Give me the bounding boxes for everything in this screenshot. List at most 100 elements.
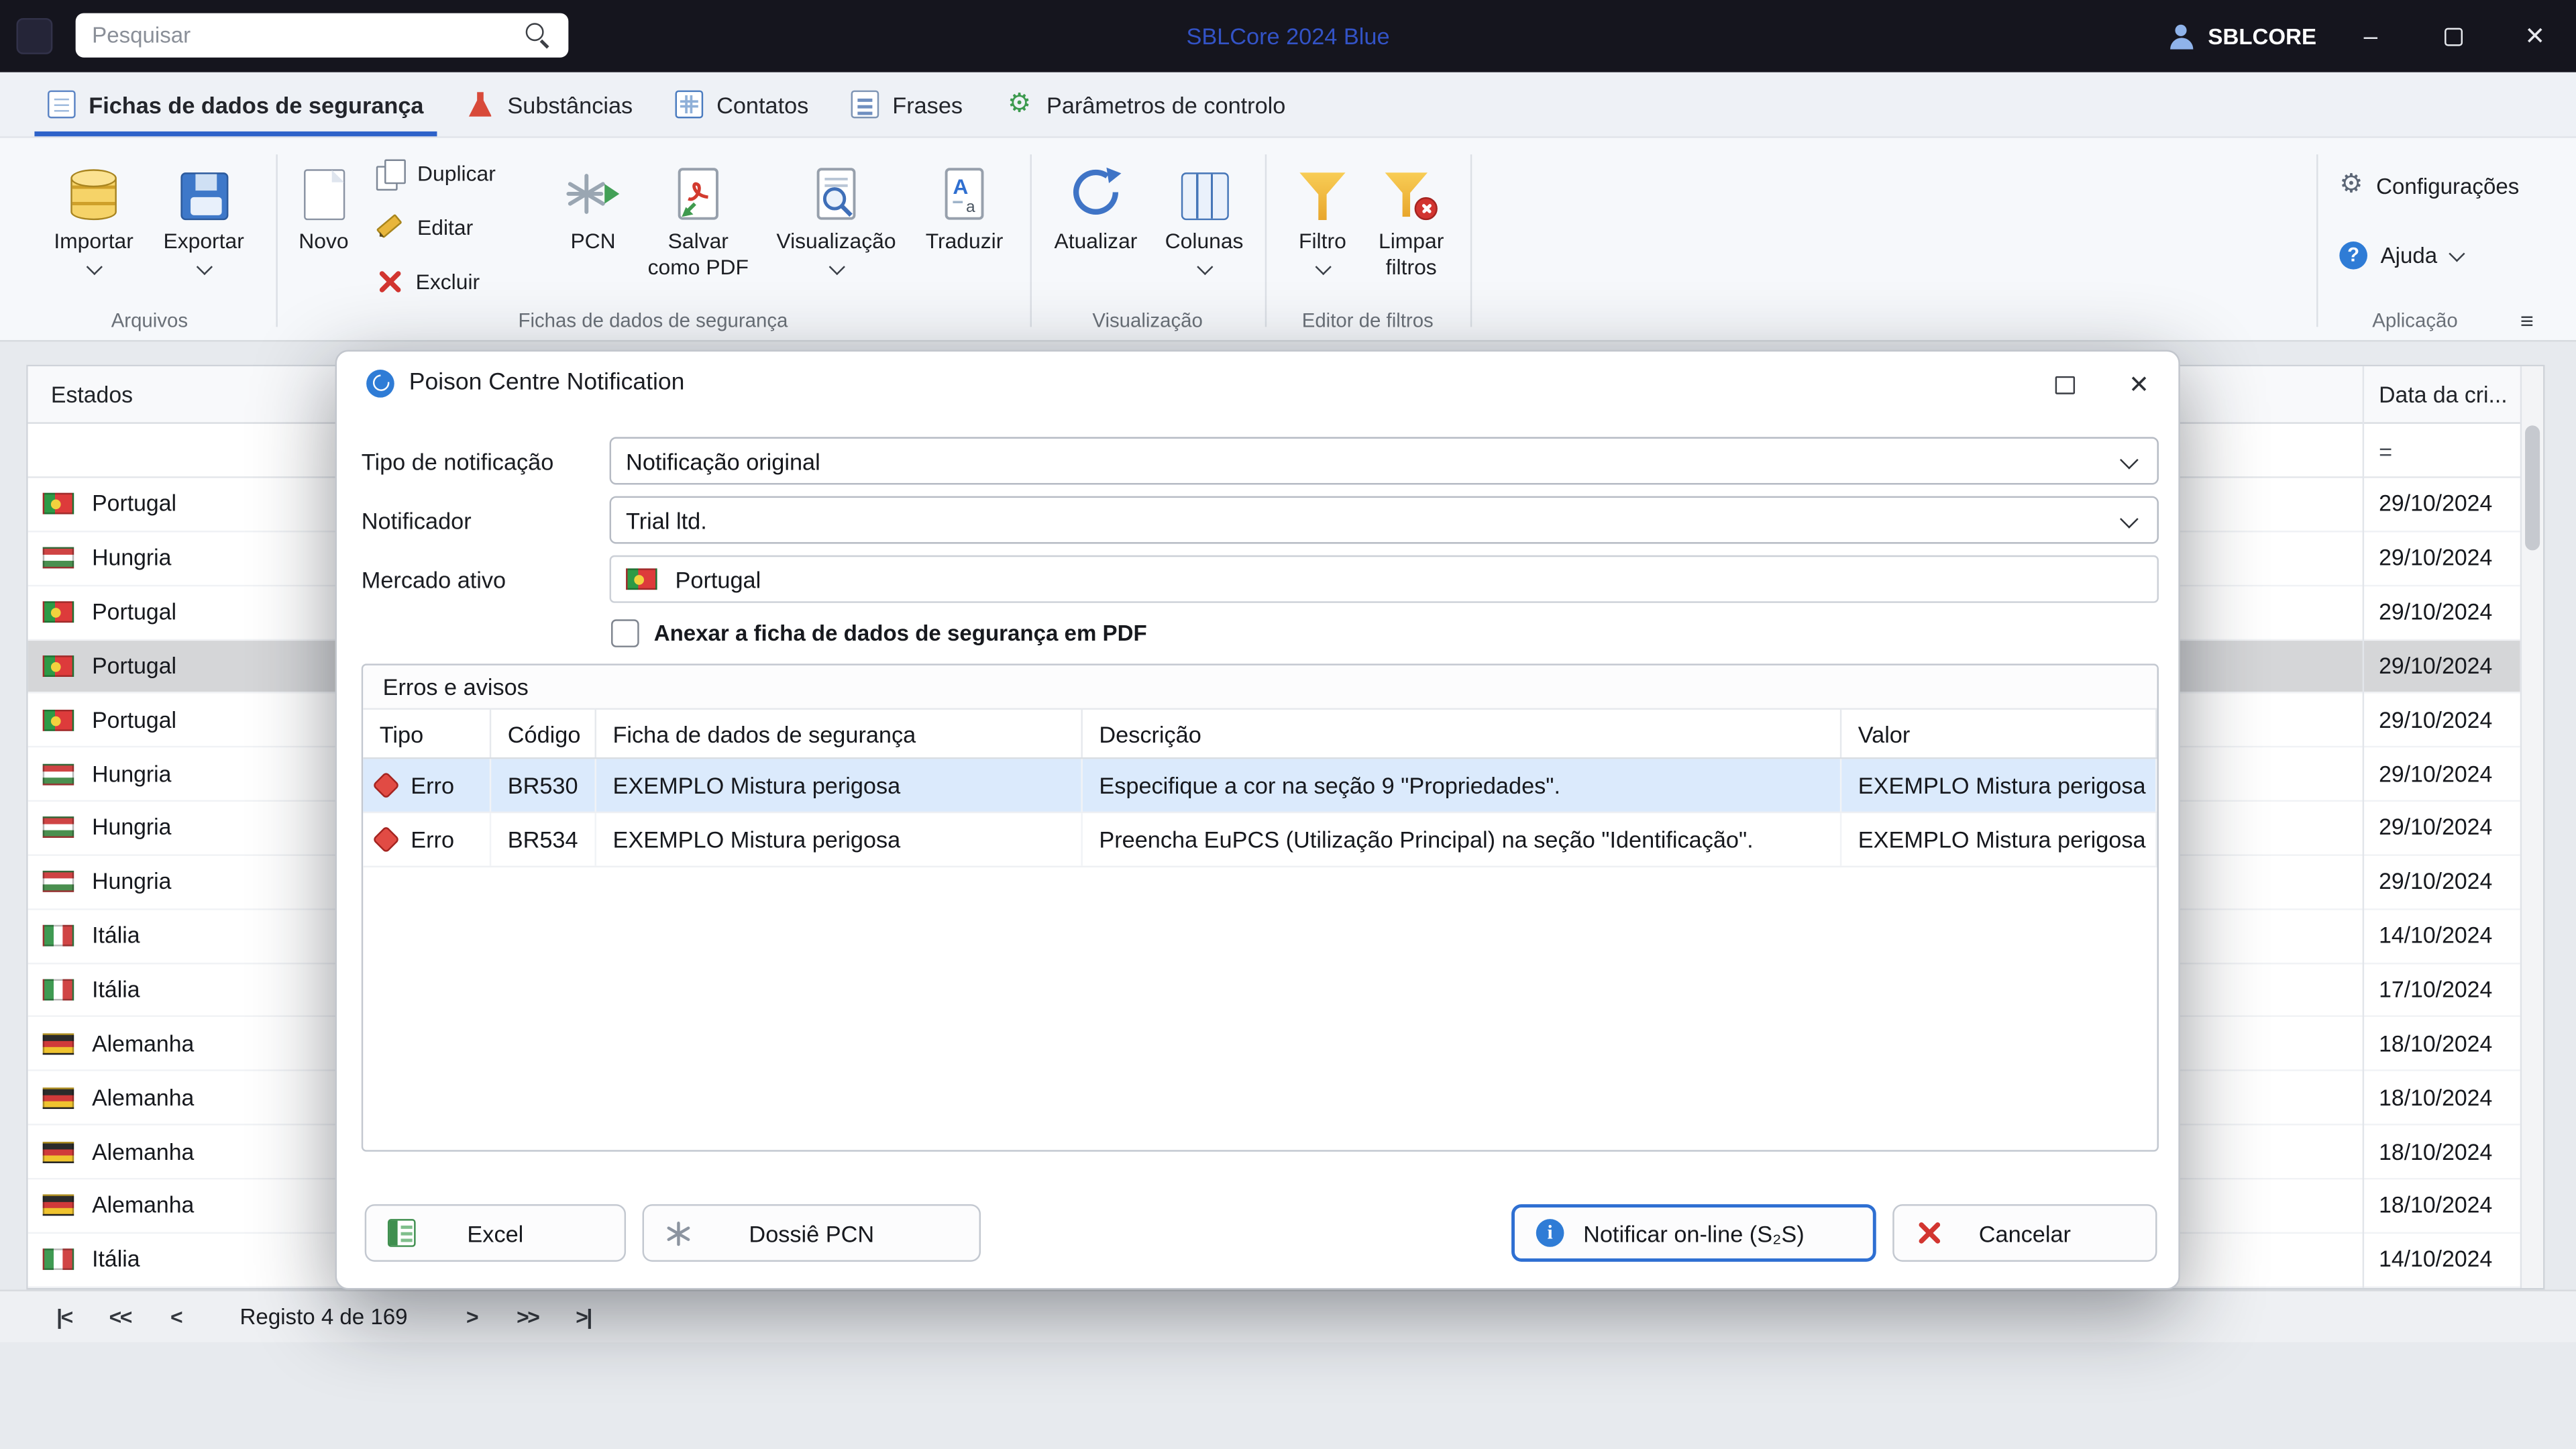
creation-date-cell: 18/10/2024	[2363, 1139, 2493, 1164]
exportar-button[interactable]: Exportar	[153, 145, 255, 309]
preview-icon	[812, 145, 861, 221]
country-label: Portugal	[92, 654, 176, 679]
fast-next-button[interactable]: >>	[513, 1304, 542, 1329]
country-label: Itália	[92, 1247, 140, 1272]
column-header-ficha[interactable]: Ficha de dados de segurança	[596, 710, 1083, 757]
search-icon[interactable]	[526, 23, 551, 48]
database-import-icon	[70, 171, 117, 220]
mercado-ativo-label: Mercado ativo	[362, 555, 506, 603]
group-label-visualizacao: Visualização	[1033, 309, 1261, 331]
country-label: Alemanha	[92, 1032, 194, 1057]
prev-page-button[interactable]: <	[161, 1304, 191, 1329]
error-value-cell: EXEMPLO Mistura perigosa	[1841, 759, 2157, 811]
tab-fichas-de-dados[interactable]: Fichas de dados de segurança	[26, 72, 445, 137]
dossie-pcn-button[interactable]: Dossiê PCN	[643, 1204, 981, 1262]
maximize-button[interactable]	[2412, 0, 2493, 72]
duplicar-button[interactable]: Duplicar	[376, 151, 496, 194]
chevron-down-icon	[1196, 259, 1212, 275]
flag-it-icon	[43, 979, 74, 1001]
notificador-value: Trial ltd.	[626, 507, 707, 533]
error-row[interactable]: ErroBR530EXEMPLO Mistura perigosaEspecif…	[363, 759, 2157, 813]
importar-button[interactable]: Importar	[43, 145, 145, 309]
visualizacao-button[interactable]: Visualização	[767, 145, 906, 309]
column-header-data-criacao[interactable]: Data da cri...	[2363, 382, 2508, 407]
group-label-editor-filtros: Editor de filtros	[1269, 309, 1467, 331]
country-label: Hungria	[92, 546, 171, 571]
editar-button[interactable]: Editar	[376, 205, 473, 248]
tab-substancias[interactable]: Substâncias	[445, 72, 654, 137]
atualizar-button[interactable]: Atualizar	[1042, 145, 1150, 309]
pencil-icon	[376, 213, 405, 241]
pcn-icon	[565, 145, 621, 221]
fast-prev-button[interactable]: <<	[105, 1304, 135, 1329]
tipo-notificacao-select[interactable]: Notificação original	[610, 437, 2159, 484]
flag-hu-icon	[43, 547, 74, 569]
configuracoes-button[interactable]: ⚙ Configurações	[2339, 164, 2519, 207]
chevron-down-icon	[2120, 510, 2139, 529]
dialog-maximize-button[interactable]	[2047, 368, 2083, 401]
refresh-icon	[1066, 145, 1125, 221]
column-header-valor[interactable]: Valor	[1841, 710, 2157, 757]
filtro-button[interactable]: Filtro	[1283, 145, 1362, 309]
column-header-codigo[interactable]: Código	[491, 710, 596, 757]
excel-label: Excel	[467, 1220, 523, 1246]
country-label: Portugal	[92, 600, 176, 625]
excluir-label: Excluir	[416, 268, 480, 293]
scrollbar-thumb[interactable]	[2525, 425, 2540, 550]
minimize-button[interactable]: –	[2330, 0, 2412, 72]
search-input[interactable]	[76, 23, 526, 48]
pcn-button[interactable]: PCN	[549, 145, 637, 309]
svg-text:A: A	[953, 174, 968, 199]
flag-hu-icon	[43, 817, 74, 839]
delete-x-icon	[376, 268, 402, 294]
dialog-titlebar: Poison Centre Notification	[337, 352, 2178, 414]
mercado-ativo-field[interactable]: Portugal	[610, 555, 2159, 603]
creation-date-cell: 18/10/2024	[2363, 1193, 2493, 1218]
excel-button[interactable]: Excel	[365, 1204, 626, 1262]
notificador-select[interactable]: Trial ltd.	[610, 496, 2159, 544]
traduzir-button[interactable]: A a Traduzir	[912, 145, 1017, 309]
visualizacao-label: Visualização	[776, 228, 896, 255]
cancelar-button[interactable]: Cancelar	[1892, 1204, 2157, 1262]
country-label: Alemanha	[92, 1193, 194, 1218]
notificar-online-button[interactable]: Notificar on-line (S₂S)	[1511, 1204, 1876, 1262]
colunas-button[interactable]: Colunas	[1155, 145, 1254, 309]
creation-date-cell: 29/10/2024	[2363, 492, 2493, 517]
limpar-filtros-button[interactable]: Limpar filtros	[1364, 145, 1459, 309]
maximize-icon	[2444, 27, 2462, 45]
account-menu[interactable]: SBLCORE	[2169, 0, 2316, 72]
app-window: SBLCore 2024 Blue SBLCORE – ✕ Fichas de …	[0, 0, 2576, 1449]
excluir-button[interactable]: Excluir	[376, 260, 480, 303]
svg-text:a: a	[966, 198, 975, 216]
salvar-como-pdf-button[interactable]: Salvar como PDF	[643, 145, 755, 309]
close-button[interactable]: ✕	[2494, 0, 2576, 72]
tab-label: Substâncias	[507, 91, 633, 117]
attach-pdf-checkbox[interactable]	[611, 619, 639, 647]
first-page-button[interactable]: |<	[49, 1304, 78, 1329]
ajuda-button[interactable]: Ajuda	[2339, 233, 2462, 276]
tab-contatos[interactable]: Contatos	[654, 72, 830, 137]
mercado-ativo-value: Portugal	[676, 566, 761, 592]
filter-funnel-icon	[1299, 172, 1346, 220]
flag-hu-icon	[43, 763, 74, 785]
creation-date-cell: 18/10/2024	[2363, 1085, 2493, 1110]
divider	[1265, 154, 1267, 327]
tab-frases[interactable]: Frases	[830, 72, 984, 137]
next-page-button[interactable]: >	[457, 1304, 486, 1329]
last-page-button[interactable]: >|	[569, 1304, 598, 1329]
column-header-tipo[interactable]: Tipo	[363, 710, 491, 757]
pcn-dialog: Poison Centre Notification ✕ Tipo de not…	[335, 350, 2180, 1290]
group-label-fichas: Fichas de dados de segurança	[279, 309, 1026, 331]
dialog-close-button[interactable]: ✕	[2119, 365, 2159, 402]
error-row[interactable]: ErroBR534EXEMPLO Mistura perigosaPreench…	[363, 813, 2157, 867]
vertical-scrollbar[interactable]	[2520, 366, 2543, 1288]
column-header-descricao[interactable]: Descrição	[1083, 710, 1841, 757]
country-label: Hungria	[92, 761, 171, 786]
copy-icon	[376, 158, 405, 186]
flag-de-icon	[43, 1087, 74, 1108]
flag-pt-icon	[43, 602, 74, 623]
country-label: Itália	[92, 977, 140, 1002]
filter-operator-button[interactable]: =	[2379, 424, 2392, 478]
tab-parametros[interactable]: ⚙ Parâmetros de controlo	[984, 72, 1307, 137]
novo-button[interactable]: Novo	[282, 145, 364, 309]
